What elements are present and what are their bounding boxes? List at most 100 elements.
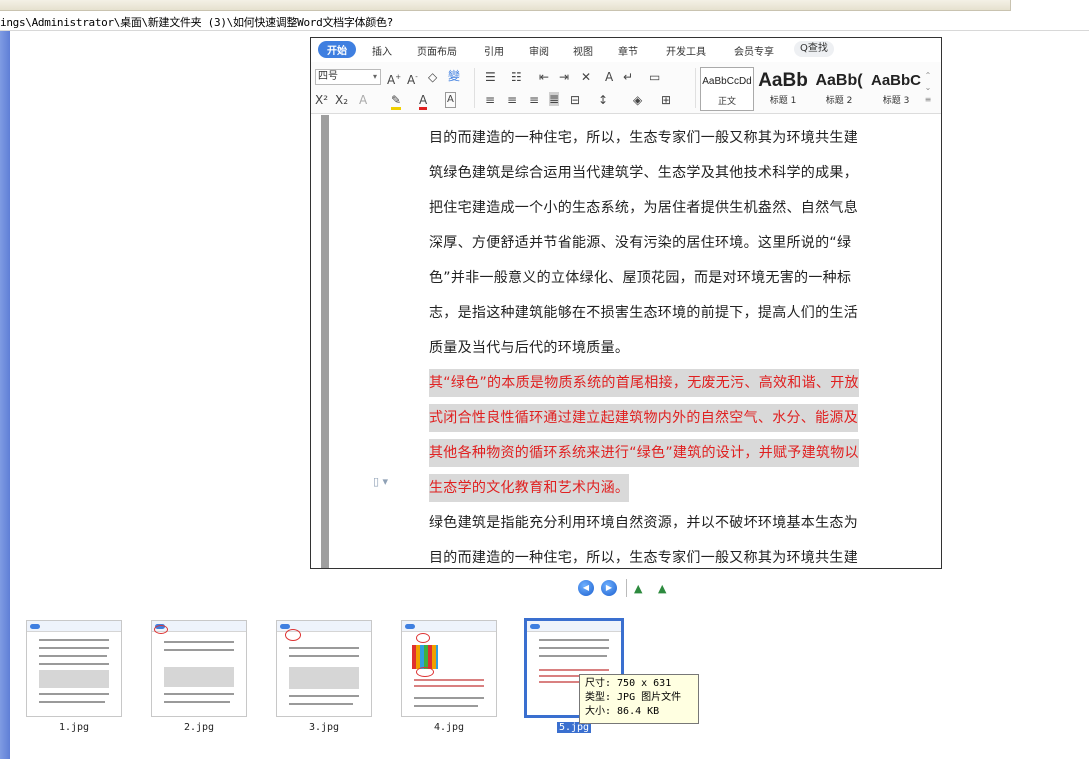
tab-home[interactable]: 开始 (318, 41, 356, 58)
font-size-select[interactable]: 四号 ▾ (315, 69, 381, 85)
thumb-annotation-circle (416, 633, 430, 643)
font-color-icon[interactable]: A (419, 93, 428, 110)
thumb-line (164, 693, 234, 695)
thumbnail-2[interactable] (151, 620, 247, 717)
thumb-line (164, 701, 230, 703)
sort-icon[interactable]: A (605, 70, 613, 84)
chinese-layout-icon[interactable]: ✕ (581, 70, 591, 84)
thumb-line (539, 639, 609, 641)
tab-review[interactable]: 审阅 (529, 43, 549, 58)
tab-view[interactable]: 视图 (573, 43, 593, 58)
tab-search[interactable]: Q查找 (794, 41, 834, 57)
superscript-icon[interactable]: X² (315, 93, 328, 107)
tab-insert[interactable]: 插入 (372, 43, 392, 58)
thumb-line (414, 697, 484, 699)
thumb-selection (39, 670, 109, 688)
justify-icon[interactable]: ≣ (549, 92, 560, 106)
thumbnail-3-label: 3.jpg (308, 722, 340, 733)
highlighted-line: 式闭合性良性循环通过建立起建筑物内外的自然空气、水分、能源及 (429, 401, 895, 436)
style-sample: AaBb (758, 70, 808, 91)
style-sample: AaBb( (815, 72, 863, 89)
style-normal[interactable]: AaBbCcDd 正文 (700, 67, 754, 111)
tab-section[interactable]: 章节 (618, 43, 638, 58)
thumbnail-3[interactable] (276, 620, 372, 717)
page-edge (321, 115, 329, 568)
highlighted-line: 其“绿色”的本质是物质系统的首尾相接，无废无污、高效和谐、开放 (429, 366, 895, 401)
style-label: 标题 1 (769, 96, 797, 106)
thumb-tab (405, 624, 415, 629)
thumb-line (39, 647, 109, 649)
align-center-icon[interactable]: ≡ (507, 93, 517, 107)
thumb-annotation-circle (154, 625, 168, 634)
tooltip-size: 尺寸: 750 x 631 (585, 678, 672, 689)
thumb-line (39, 663, 109, 665)
table-icon[interactable]: ▭ (649, 70, 660, 84)
thumb-line (414, 705, 478, 707)
bullet-list-icon[interactable]: ☰ (485, 70, 496, 84)
thumb-tab (530, 624, 540, 629)
tab-page-layout[interactable]: 页面布局 (417, 43, 457, 58)
text-line: 筑绿色建筑是综合运用当代建筑学、生态学及其他技术科学的成果， (429, 165, 858, 181)
subscript-icon[interactable]: X₂ (335, 93, 348, 107)
align-left-icon[interactable]: ≡ (485, 93, 495, 107)
align-right-icon[interactable]: ≡ (529, 93, 539, 107)
divider (474, 68, 475, 108)
style-scroll-arrows[interactable]: ⌃ ⌄ ≡ (923, 70, 933, 108)
thumb-line (39, 701, 105, 703)
text-line: 深厚、方便舒适并节省能源、没有污染的居住环境。这里所说的“绿 (429, 235, 852, 251)
rotate-right-icon[interactable]: ▲ (658, 582, 666, 595)
paragraph-top: 目的而建造的一种住宅，所以，生态专家们一般又称其为环境共生建 筑绿色建筑是综合运… (429, 121, 895, 366)
thumb-selection (164, 667, 234, 687)
highlighted-text: 式闭合性良性循环通过建立起建筑物内外的自然空气、水分、能源及 (429, 404, 858, 432)
style-heading-3[interactable]: AaBbC 标题 3 (868, 67, 924, 111)
thumb-line (539, 647, 609, 649)
thumb-line (164, 641, 234, 643)
highlight-icon[interactable]: ✎ (391, 93, 402, 110)
text-effect-icon[interactable]: A (359, 93, 367, 107)
show-marks-icon[interactable]: ↵ (623, 70, 633, 84)
thumb-line (539, 669, 609, 671)
style-gallery: AaBbCcDd 正文 AaBb 标题 1 AaBb( 标题 2 AaBbC 标… (700, 67, 925, 111)
shading-icon[interactable]: ◈ (633, 93, 642, 107)
tab-references[interactable]: 引用 (484, 43, 504, 58)
tab-member[interactable]: 会员专享 (734, 43, 774, 58)
clear-format-icon[interactable]: ◇ (428, 70, 437, 84)
char-border-icon[interactable]: A (445, 92, 456, 108)
thumb-annotation-circle (416, 667, 434, 677)
thumbnail-4[interactable] (401, 620, 497, 717)
shrink-font-icon[interactable]: A- (407, 70, 418, 87)
text-line: 志，是指这种建筑能够在不损害生态环境的前提下，提高人们的生活 (429, 305, 858, 321)
style-heading-1[interactable]: AaBb 标题 1 (756, 67, 810, 111)
rotate-left-icon[interactable]: ▲ (634, 582, 642, 595)
viewer-nav: ◀ ▶ ▲ ▲ (0, 548, 1089, 597)
style-sample: AaBbC (870, 72, 921, 89)
thumb-line (414, 685, 484, 687)
ribbon-toolbar: 四号 ▾ A+ A- ◇ 變 X² X₂ A ✎ A A ☰ ☷ ⇤ ⇥ ✕ A … (311, 62, 941, 114)
distribute-icon[interactable]: ⊟ (570, 93, 580, 107)
borders-icon[interactable]: ⊞ (661, 93, 671, 107)
decrease-indent-icon[interactable]: ⇤ (539, 70, 549, 84)
next-image-icon[interactable]: ▶ (601, 580, 617, 596)
divider (695, 68, 696, 108)
thumb-toolbar (27, 621, 121, 632)
thumb-selection (289, 667, 359, 689)
top-strip-gap (1010, 0, 1089, 11)
line-spacing-icon[interactable]: ↕ (598, 93, 608, 107)
thumb-color-palette (412, 645, 438, 669)
thumb-line (289, 695, 359, 697)
increase-indent-icon[interactable]: ⇥ (559, 70, 569, 84)
tab-developer[interactable]: 开发工具 (666, 43, 706, 58)
ribbon-tabs: 开始 插入 页面布局 引用 审阅 视图 章节 开发工具 会员专享 Q查找 (311, 38, 941, 62)
style-heading-2[interactable]: AaBb( 标题 2 (812, 67, 866, 111)
page-area: ▯ ▾ 目的而建造的一种住宅，所以，生态专家们一般又称其为环境共生建 筑绿色建筑… (311, 115, 941, 568)
thumb-line (39, 655, 107, 657)
thumbnail-1[interactable] (26, 620, 122, 717)
tooltip-type: 类型: JPG 图片文件 (585, 692, 682, 703)
window-top-strip (0, 0, 1089, 11)
phonetic-icon[interactable]: 變 (448, 69, 460, 83)
thumb-tab (280, 624, 290, 629)
numbered-list-icon[interactable]: ☷ (511, 70, 522, 84)
previous-image-icon[interactable]: ◀ (578, 580, 594, 596)
paragraph-layout-icon[interactable]: ▯ ▾ (373, 475, 388, 488)
grow-font-icon[interactable]: A+ (387, 70, 401, 87)
